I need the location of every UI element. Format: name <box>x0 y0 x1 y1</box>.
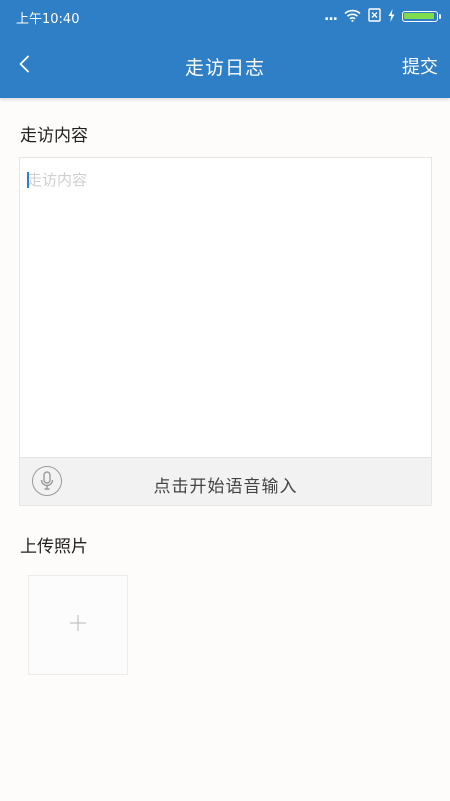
voice-input-label: 点击开始语音输入 <box>153 477 298 497</box>
nav-bar: 走访日志 提交 <box>0 32 450 98</box>
status-bar: 上午10:40 ... <box>0 0 450 32</box>
battery-icon <box>402 10 441 22</box>
visit-content-box: 点击开始语音输入 <box>19 157 432 506</box>
visit-content-input[interactable] <box>20 158 431 458</box>
text-cursor <box>27 172 29 188</box>
add-photo-button[interactable] <box>28 575 128 675</box>
submit-button[interactable]: 提交 <box>402 53 438 79</box>
visit-content-label: 走访内容 <box>20 126 88 146</box>
charging-icon <box>388 7 395 26</box>
signal-dots-icon: ... <box>324 8 338 24</box>
sim-card-icon <box>368 7 381 26</box>
status-icons: ... <box>324 7 441 26</box>
upload-photo-label: 上传照片 <box>20 537 88 557</box>
status-time: 上午10:40 <box>16 12 80 27</box>
page-title: 走访日志 <box>184 57 265 79</box>
voice-input-button[interactable]: 点击开始语音输入 <box>20 457 431 505</box>
plus-icon <box>68 613 88 637</box>
wifi-icon <box>344 7 361 26</box>
